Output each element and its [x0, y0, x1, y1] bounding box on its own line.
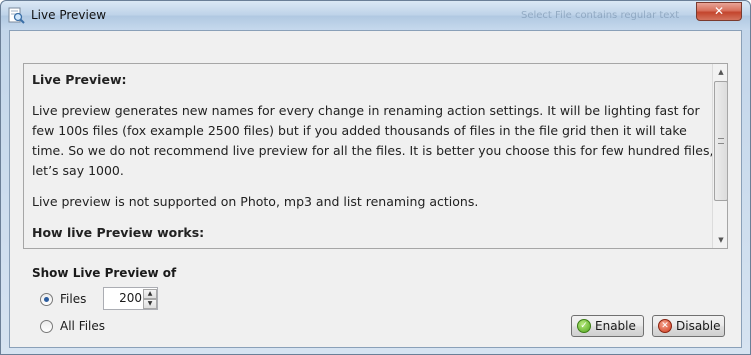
enable-button[interactable]: ✓ Enable [571, 315, 644, 337]
disable-button[interactable]: ✕ Disable [652, 315, 725, 337]
background-text: Select File contains regular text [521, 10, 680, 21]
dialog-client-area: Live Preview: Live preview generates new… [9, 30, 742, 348]
magnifier-document-icon [8, 7, 25, 24]
red-x-icon: ✕ [658, 319, 672, 333]
files-count-stepper[interactable]: 200 ▲ ▼ [103, 287, 158, 310]
grip-icon [718, 138, 724, 144]
green-check-icon: ✓ [577, 319, 591, 333]
description-panel[interactable]: Live Preview: Live preview generates new… [23, 63, 728, 249]
files-radio-label: Files [60, 292, 87, 306]
show-live-preview-label: Show Live Preview of [32, 266, 177, 280]
spin-up-icon[interactable]: ▲ [143, 289, 157, 299]
scroll-thumb[interactable] [714, 81, 727, 201]
all-files-radio[interactable] [40, 319, 53, 333]
enable-button-label: Enable [595, 319, 636, 333]
close-button[interactable]: ✕ [696, 2, 742, 21]
files-radio[interactable] [40, 292, 53, 306]
scroll-down-icon[interactable]: ▼ [713, 232, 727, 248]
vertical-scrollbar[interactable]: ▲ ▼ [712, 64, 727, 248]
description-paragraph-1: Live preview generates new names for eve… [32, 103, 714, 178]
description-heading: Live Preview: [32, 72, 127, 87]
close-icon: ✕ [713, 4, 725, 18]
description-heading-2: How live Preview works: [32, 225, 205, 240]
title-bar[interactable]: Live Preview Select File contains regula… [1, 1, 750, 30]
files-radio-row[interactable]: Files [40, 292, 86, 306]
files-count-value[interactable]: 200 [106, 291, 142, 305]
dialog-window: Live Preview Select File contains regula… [0, 0, 751, 355]
description-text: Live Preview: Live preview generates new… [32, 70, 714, 248]
description-paragraph-2: Live preview is not supported on Photo, … [32, 194, 479, 209]
window-title: Live Preview [31, 8, 107, 22]
scroll-up-icon[interactable]: ▲ [713, 64, 727, 80]
spin-down-icon[interactable]: ▼ [143, 299, 157, 309]
all-files-radio-label: All Files [60, 319, 106, 333]
disable-button-label: Disable [676, 319, 721, 333]
all-files-radio-row[interactable]: All Files [40, 319, 105, 333]
